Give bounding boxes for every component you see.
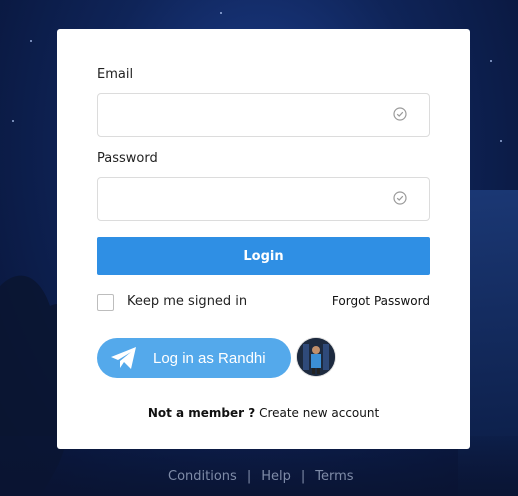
background-star	[220, 12, 222, 14]
email-field[interactable]	[97, 93, 430, 137]
footer-links: Conditions | Help | Terms	[168, 469, 354, 484]
password-field[interactable]	[97, 177, 430, 221]
create-account-link[interactable]: Create new account	[259, 406, 379, 420]
footer-separator: |	[246, 469, 252, 484]
background-star	[12, 120, 14, 122]
avatar-image	[297, 338, 335, 376]
background-star	[30, 40, 32, 42]
footer-link-conditions[interactable]: Conditions	[168, 469, 237, 484]
login-button[interactable]: Login	[97, 237, 430, 275]
footer-separator: |	[300, 469, 306, 484]
not-member-label: Not a member ?	[147, 406, 256, 420]
login-card: Email Password Login Keep me signed in F…	[57, 29, 470, 449]
password-label: Password	[97, 151, 158, 166]
keep-signed-in-checkbox[interactable]	[97, 294, 114, 311]
telegram-plane-icon	[111, 347, 136, 369]
footer-link-help[interactable]: Help	[261, 469, 291, 484]
forgot-password-link[interactable]: Forgot Password	[332, 294, 430, 308]
check-circle-icon	[393, 191, 407, 205]
background-star	[490, 60, 492, 62]
keep-signed-in-label[interactable]: Keep me signed in	[127, 294, 247, 309]
telegram-login-button[interactable]: Log in as Randhi	[97, 338, 291, 378]
background-star	[500, 140, 502, 142]
check-circle-icon	[393, 107, 407, 121]
signup-row: Not a member ? Create new account	[57, 406, 470, 420]
telegram-login-label: Log in as Randhi	[153, 349, 266, 367]
avatar	[297, 338, 335, 376]
email-label: Email	[97, 67, 134, 82]
footer-link-terms[interactable]: Terms	[315, 469, 353, 484]
